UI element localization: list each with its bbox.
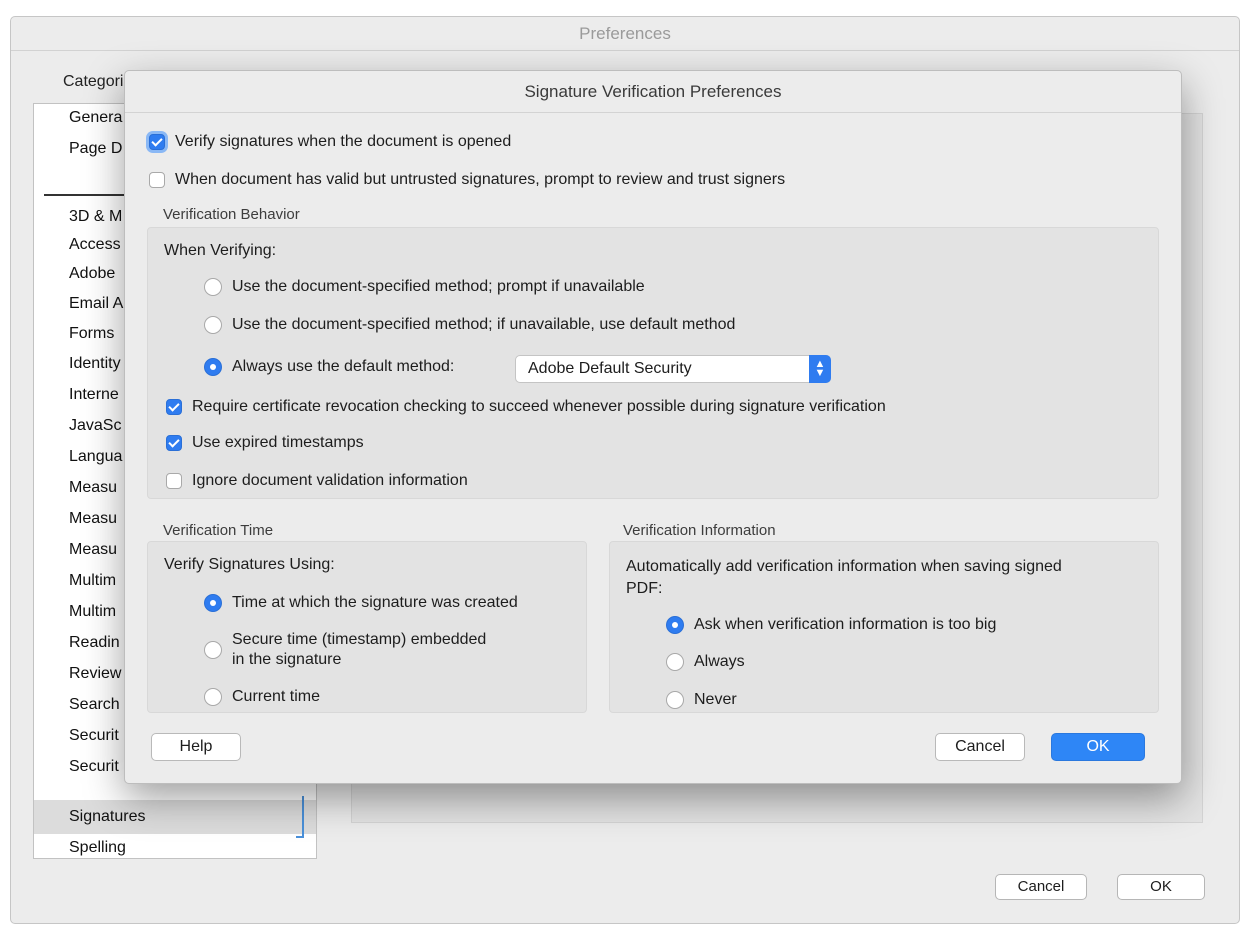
prefs-cancel-button[interactable]: Cancel (995, 874, 1087, 900)
default-method-select[interactable]: Adobe Default Security ▲ ▼ (515, 355, 831, 383)
time-secure-label-line2: in the signature (232, 651, 342, 668)
category-item-signatures[interactable]: Signatures (69, 808, 146, 826)
require-revocation-row[interactable]: Require certificate revocation checking … (166, 398, 886, 416)
category-item[interactable]: Adobe (69, 265, 115, 283)
category-separator (44, 194, 124, 196)
when-verifying-label: When Verifying: (164, 242, 277, 259)
ignore-validation-row[interactable]: Ignore document validation information (166, 472, 468, 490)
prompt-untrusted-label: When document has valid but untrusted si… (175, 171, 786, 188)
info-option-label: Always (694, 653, 745, 670)
method-option-label: Use the document-specified method; promp… (232, 278, 645, 295)
category-item[interactable]: JavaSc (69, 417, 121, 435)
time-created-radio[interactable] (204, 594, 222, 612)
time-option-label: Time at which the signature was created (232, 594, 518, 611)
ignore-validation-label: Ignore document validation information (192, 472, 468, 489)
category-item[interactable]: Identity (69, 355, 121, 373)
dialog-ok-button[interactable]: OK (1051, 733, 1145, 761)
method-default-radio[interactable] (204, 358, 222, 376)
category-item[interactable]: Multim (69, 603, 116, 621)
info-never-radio[interactable] (666, 691, 684, 709)
category-item[interactable]: Securit (69, 727, 119, 745)
info-option-row[interactable]: Always (666, 653, 745, 671)
category-item[interactable]: Multim (69, 572, 116, 590)
category-item[interactable]: Email A (69, 295, 123, 313)
method-option-row[interactable]: Use the document-specified method; if un… (204, 316, 735, 334)
category-item[interactable]: Readin (69, 634, 120, 652)
prefs-ok-button[interactable]: OK (1117, 874, 1205, 900)
use-expired-checkbox[interactable] (166, 435, 182, 451)
scroll-indicator[interactable] (296, 796, 304, 838)
require-revocation-label: Require certificate revocation checking … (192, 398, 886, 415)
dialog-cancel-button[interactable]: Cancel (935, 733, 1025, 761)
category-item[interactable]: Access (69, 236, 121, 254)
auto-add-info-label: Automatically add verification informati… (626, 556, 1062, 600)
category-item[interactable]: Interne (69, 386, 119, 404)
category-item[interactable]: Genera (69, 109, 122, 127)
method-prompt-radio[interactable] (204, 278, 222, 296)
category-item[interactable]: Securit (69, 758, 119, 776)
time-option-row[interactable]: Current time (204, 688, 320, 706)
info-option-label: Never (694, 691, 737, 708)
verification-time-heading: Verification Time (163, 522, 274, 539)
verify-signatures-using-label: Verify Signatures Using: (164, 556, 335, 573)
preferences-title: Preferences (11, 17, 1239, 51)
auto-add-info-line2: PDF: (626, 580, 663, 597)
verification-info-group: Automatically add verification informati… (609, 541, 1159, 713)
info-ask-radio[interactable] (666, 616, 684, 634)
help-button[interactable]: Help (151, 733, 241, 761)
verification-behavior-heading: Verification Behavior (163, 206, 300, 223)
category-item[interactable]: Search (69, 696, 120, 714)
method-option-label: Use the document-specified method; if un… (232, 316, 736, 333)
category-item[interactable]: Measu (69, 510, 117, 528)
ignore-validation-checkbox[interactable] (166, 473, 182, 489)
signature-verification-dialog: Signature Verification Preferences Verif… (124, 70, 1182, 784)
verify-on-open-row[interactable]: Verify signatures when the document is o… (149, 133, 511, 151)
time-option-row[interactable]: Time at which the signature was created (204, 594, 518, 612)
info-always-radio[interactable] (666, 653, 684, 671)
category-item[interactable]: Forms (69, 325, 114, 343)
default-method-value: Adobe Default Security (528, 360, 692, 377)
category-item[interactable]: 3D & M (69, 208, 122, 226)
method-option-row[interactable]: Use the document-specified method; promp… (204, 278, 645, 296)
info-option-label: Ask when verification information is too… (694, 616, 997, 633)
require-revocation-checkbox[interactable] (166, 399, 182, 415)
time-secure-radio[interactable] (204, 641, 222, 659)
time-option-row[interactable]: Secure time (timestamp) embedded in the … (204, 630, 486, 670)
time-secure-label-line1: Secure time (timestamp) embedded (232, 631, 487, 648)
time-option-label: Secure time (timestamp) embedded in the … (232, 630, 486, 670)
category-item[interactable]: Measu (69, 541, 117, 559)
category-item[interactable]: Spelling (69, 839, 126, 857)
prompt-untrusted-checkbox[interactable] (149, 172, 165, 188)
info-option-row[interactable]: Never (666, 691, 737, 709)
category-item[interactable]: Review (69, 665, 121, 683)
verify-on-open-label: Verify signatures when the document is o… (175, 133, 512, 150)
category-item[interactable]: Langua (69, 448, 122, 466)
info-option-row[interactable]: Ask when verification information is too… (666, 616, 996, 634)
time-current-radio[interactable] (204, 688, 222, 706)
method-fallback-radio[interactable] (204, 316, 222, 334)
dialog-title: Signature Verification Preferences (125, 71, 1181, 113)
auto-add-info-line1: Automatically add verification informati… (626, 558, 1062, 575)
use-expired-row[interactable]: Use expired timestamps (166, 434, 364, 452)
category-item[interactable]: Measu (69, 479, 117, 497)
method-option-row[interactable]: Always use the default method: (204, 358, 454, 376)
method-option-label: Always use the default method: (232, 358, 455, 375)
use-expired-label: Use expired timestamps (192, 434, 364, 451)
verify-on-open-checkbox[interactable] (149, 134, 165, 150)
time-option-label: Current time (232, 688, 321, 705)
verification-time-group: Verify Signatures Using: Time at which t… (147, 541, 587, 713)
select-arrows-icon: ▲ ▼ (809, 355, 831, 383)
prompt-untrusted-row[interactable]: When document has valid but untrusted si… (149, 171, 785, 189)
verification-info-heading: Verification Information (623, 522, 776, 539)
category-item[interactable]: Page D (69, 140, 122, 158)
